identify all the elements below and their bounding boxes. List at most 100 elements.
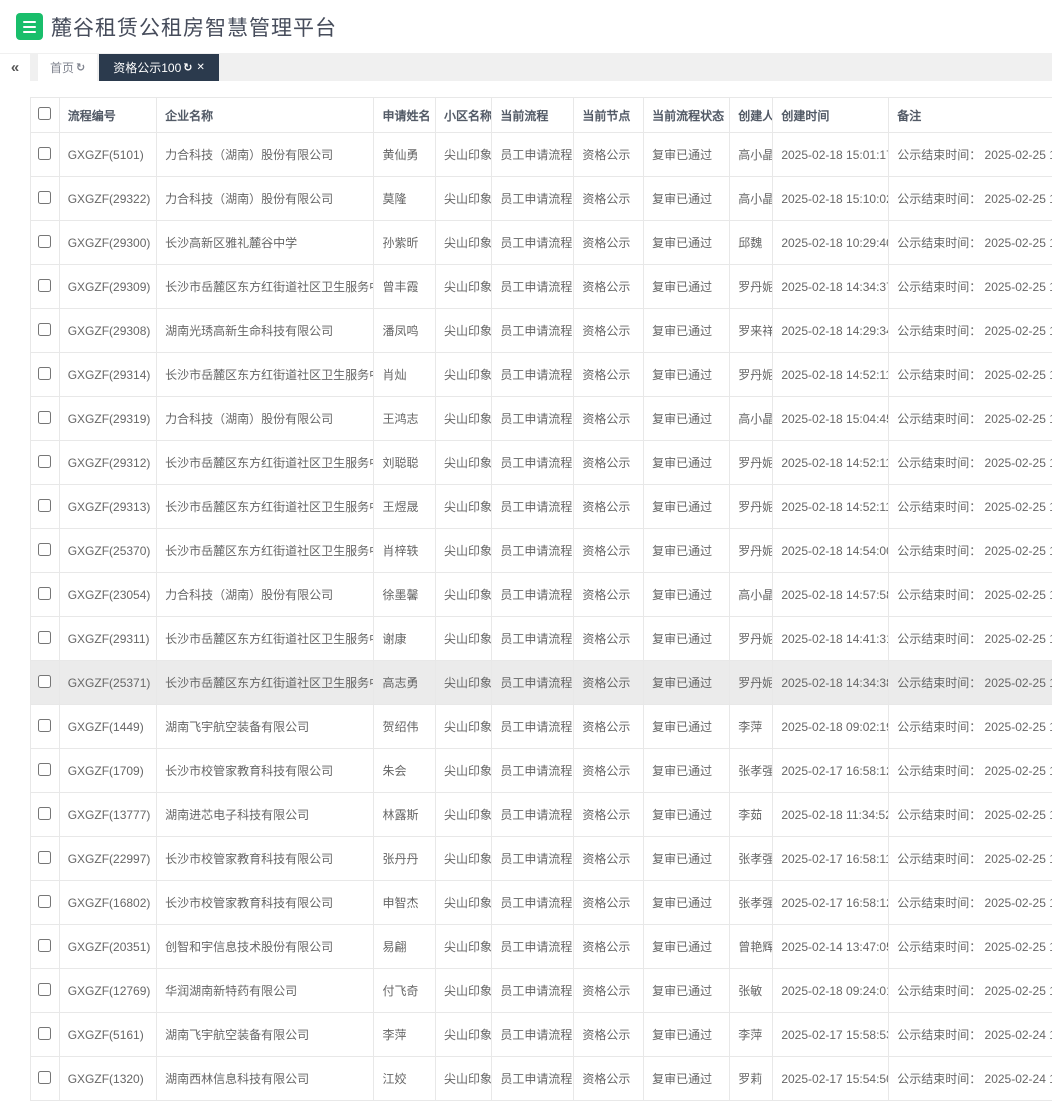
table-row[interactable]: GXGZF(1449) 湖南飞宇航空装备有限公司 贺绍伟 尖山印象 员工申请流程 资格公示… <box>30 704 1052 749</box>
table-row[interactable]: GXGZF(16802) 长沙市校管家教育科技有限公司 申智杰 尖山印象 员工申请流程资… <box>30 880 1052 925</box>
row-checkbox[interactable] <box>38 322 52 336</box>
row-checkbox[interactable] <box>38 410 52 424</box>
table-row[interactable]: GXGZF(29313) 长沙市岳麓区东方红街道社区卫生服务中心 王煜晟 尖山印象 员工… <box>30 484 1052 529</box>
collapse-tabs-icon[interactable]: « <box>0 54 30 81</box>
row-checkbox[interactable] <box>38 1026 52 1040</box>
row-checkbox[interactable] <box>38 850 52 864</box>
table-row[interactable]: GXGZF(25371) 长沙市岳麓区东方红街道社区卫生服务中心 高志勇 尖山印象 员工… <box>30 660 1052 705</box>
cell-creator: 李萍 <box>729 704 774 749</box>
cell-process: 员工申请流程 <box>491 220 575 265</box>
cell-node: 资格公示 <box>573 572 645 617</box>
cell-process: 员工申请流程 <box>491 440 575 485</box>
cell-node: 资格公示 <box>573 968 645 1013</box>
cell-creator: 张敏 <box>729 968 774 1013</box>
table-row[interactable]: GXGZF(29314) 长沙市岳麓区东方红街道社区卫生服务中心 肖灿 尖山印象 员工申… <box>30 352 1052 397</box>
data-grid: 流程编号 企业名称 申请姓名 小区名称 当前流程 当前节点 当前流程状态 创建人 创建时间 备注 … <box>30 97 1052 1101</box>
cell-process: 员工申请流程 <box>491 660 575 705</box>
cell-status: 复审已通过 <box>643 484 731 529</box>
cell-status: 复审已通过 <box>643 176 731 221</box>
cell-node: 资格公示 <box>573 836 645 881</box>
row-checkbox[interactable] <box>38 1070 52 1084</box>
cell-creator: 高小晶 <box>729 396 774 441</box>
row-checkbox[interactable] <box>38 146 52 160</box>
cell-applicant: 曾丰霞 <box>373 264 436 309</box>
table-row[interactable]: GXGZF(29308) 湖南光琇高新生命科技有限公司 潘凤鸣 尖山印象 员工申请流程资… <box>30 308 1052 353</box>
cell-created: 2025-02-18 14:29:34 <box>772 308 890 353</box>
row-checkbox[interactable] <box>38 806 52 820</box>
cell-creator: 李茹 <box>729 792 774 837</box>
cell-community: 尖山印象 <box>434 352 493 397</box>
cell-status: 复审已通过 <box>643 880 731 925</box>
table-row[interactable]: GXGZF(29309) 长沙市岳麓区东方红街道社区卫生服务中心 曾丰霞 尖山印象 员工… <box>30 264 1052 309</box>
cell-creator: 高小晶 <box>729 572 774 617</box>
row-checkbox[interactable] <box>38 498 52 512</box>
cell-status: 复审已通过 <box>643 132 731 177</box>
table-row[interactable]: GXGZF(13777) 湖南进芯电子科技有限公司 林露斯 尖山印象 员工申请流程 资格公… <box>30 792 1052 837</box>
table-row[interactable]: GXGZF(29312) 长沙市岳麓区东方红街道社区卫生服务中心 刘聪聪 尖山印象 员工… <box>30 440 1052 485</box>
close-icon[interactable]: ✕ <box>196 62 204 73</box>
table-row[interactable]: GXGZF(23054) 力合科技（湖南）股份有限公司 徐墨馨 尖山印象 员工申请流程资… <box>30 572 1052 617</box>
table-row[interactable]: GXGZF(29311) 长沙市岳麓区东方红街道社区卫生服务中心 谢康 尖山印象 员工申… <box>30 616 1052 661</box>
table-row[interactable]: GXGZF(29300) 长沙高新区雅礼麓谷中学 孙紫昕 尖山印象 员工申请流程 资格公示… <box>30 220 1052 265</box>
cell-status: 复审已通过 <box>643 572 731 617</box>
refresh-icon[interactable]: ↻ <box>76 61 85 74</box>
cell-node: 资格公示 <box>573 528 645 573</box>
row-checkbox-cell <box>30 836 60 881</box>
cell-process: 员工申请流程 <box>491 176 575 221</box>
row-checkbox[interactable] <box>38 586 52 600</box>
cell-community: 尖山印象 <box>434 968 493 1013</box>
cell-creator: 张孝强 <box>729 880 774 925</box>
table-row[interactable]: GXGZF(1320) 湖南西林信息科技有限公司 江姣 尖山印象 员工申请流程 资格公示复… <box>30 1056 1052 1101</box>
cell-community: 尖山印象 <box>434 616 493 661</box>
cell-process: 员工申请流程 <box>491 748 575 793</box>
row-checkbox[interactable] <box>38 278 52 292</box>
cell-remark: 公示结束时间： 2025-02-25 15:05:37 <box>888 484 1052 529</box>
row-checkbox[interactable] <box>38 894 52 908</box>
refresh-icon[interactable]: ↻ <box>183 61 192 74</box>
row-checkbox-cell <box>30 1012 60 1057</box>
cell-status: 复审已通过 <box>643 396 731 441</box>
table-row[interactable]: GXGZF(12769) 华润湖南新特药有限公司 付飞奇 尖山印象 员工申请流程 资格公示… <box>30 968 1052 1013</box>
cell-community: 尖山印象 <box>434 880 493 925</box>
table-row[interactable]: GXGZF(25370) 长沙市岳麓区东方红街道社区卫生服务中心 肖梓轶 尖山印象 员工… <box>30 528 1052 573</box>
row-checkbox[interactable] <box>38 190 52 204</box>
cell-community: 尖山印象 <box>434 396 493 441</box>
page-title: 麓谷租赁公租房智慧管理平台 <box>51 16 337 40</box>
cell-community: 尖山印象 <box>434 748 493 793</box>
cell-id: GXGZF(29309) <box>58 264 158 309</box>
cell-id: GXGZF(29308) <box>58 308 158 353</box>
table-row[interactable]: GXGZF(29319) 力合科技（湖南）股份有限公司 王鸿志 尖山印象 员工申请流程资… <box>30 396 1052 441</box>
tab-home[interactable]: 首页 ↻ <box>38 54 98 81</box>
cell-id: GXGZF(12769) <box>58 968 158 1013</box>
cell-node: 资格公示 <box>573 132 645 177</box>
row-checkbox[interactable] <box>38 366 52 380</box>
table-row[interactable]: GXGZF(29322) 力合科技（湖南）股份有限公司 莫隆 尖山印象 员工申请流程 资格… <box>30 176 1052 221</box>
cell-creator: 曾艳辉 <box>729 924 774 969</box>
row-checkbox[interactable] <box>38 454 52 468</box>
select-all-checkbox[interactable] <box>38 107 52 120</box>
tab-active-label: 资格公示100 <box>113 61 182 75</box>
column-header: 创建时间 <box>772 97 890 133</box>
cell-id: GXGZF(29311) <box>58 616 158 661</box>
row-checkbox[interactable] <box>38 542 52 556</box>
table-row[interactable]: GXGZF(5161) 湖南飞宇航空装备有限公司 李萍 尖山印象 员工申请流程 资格公示复… <box>30 1012 1052 1057</box>
cell-created: 2025-02-18 14:41:31 <box>772 616 890 661</box>
row-checkbox[interactable] <box>38 938 52 952</box>
table-row[interactable]: GXGZF(1709) 长沙市校管家教育科技有限公司 朱会 尖山印象 员工申请流程 资格公… <box>30 748 1052 793</box>
cell-process: 员工申请流程 <box>491 880 575 925</box>
row-checkbox[interactable] <box>38 674 52 688</box>
cell-company: 长沙市岳麓区东方红街道社区卫生服务中心 <box>156 440 375 485</box>
row-checkbox[interactable] <box>38 982 52 996</box>
cell-remark: 公示结束时间： 2025-02-25 15:28:52 <box>888 176 1052 221</box>
hamburger-menu-icon[interactable] <box>16 13 43 40</box>
tab-qualification-publicity[interactable]: 资格公示100 ↻ ✕ <box>99 54 219 81</box>
row-checkbox[interactable] <box>38 234 52 248</box>
row-checkbox[interactable] <box>38 762 52 776</box>
row-checkbox[interactable] <box>38 718 52 732</box>
cell-id: GXGZF(23054) <box>58 572 158 617</box>
table-row[interactable]: GXGZF(20351) 创智和宇信息技术股份有限公司 易翩 尖山印象 员工申请流程 资格… <box>30 924 1052 969</box>
row-checkbox[interactable] <box>38 630 52 644</box>
table-row[interactable]: GXGZF(22997) 长沙市校管家教育科技有限公司 张丹丹 尖山印象 员工申请流程资… <box>30 836 1052 881</box>
row-checkbox-cell <box>30 660 60 705</box>
table-row[interactable]: GXGZF(5101) 力合科技（湖南）股份有限公司 黄仙勇 尖山印象 员工申请流程 资格… <box>30 132 1052 177</box>
